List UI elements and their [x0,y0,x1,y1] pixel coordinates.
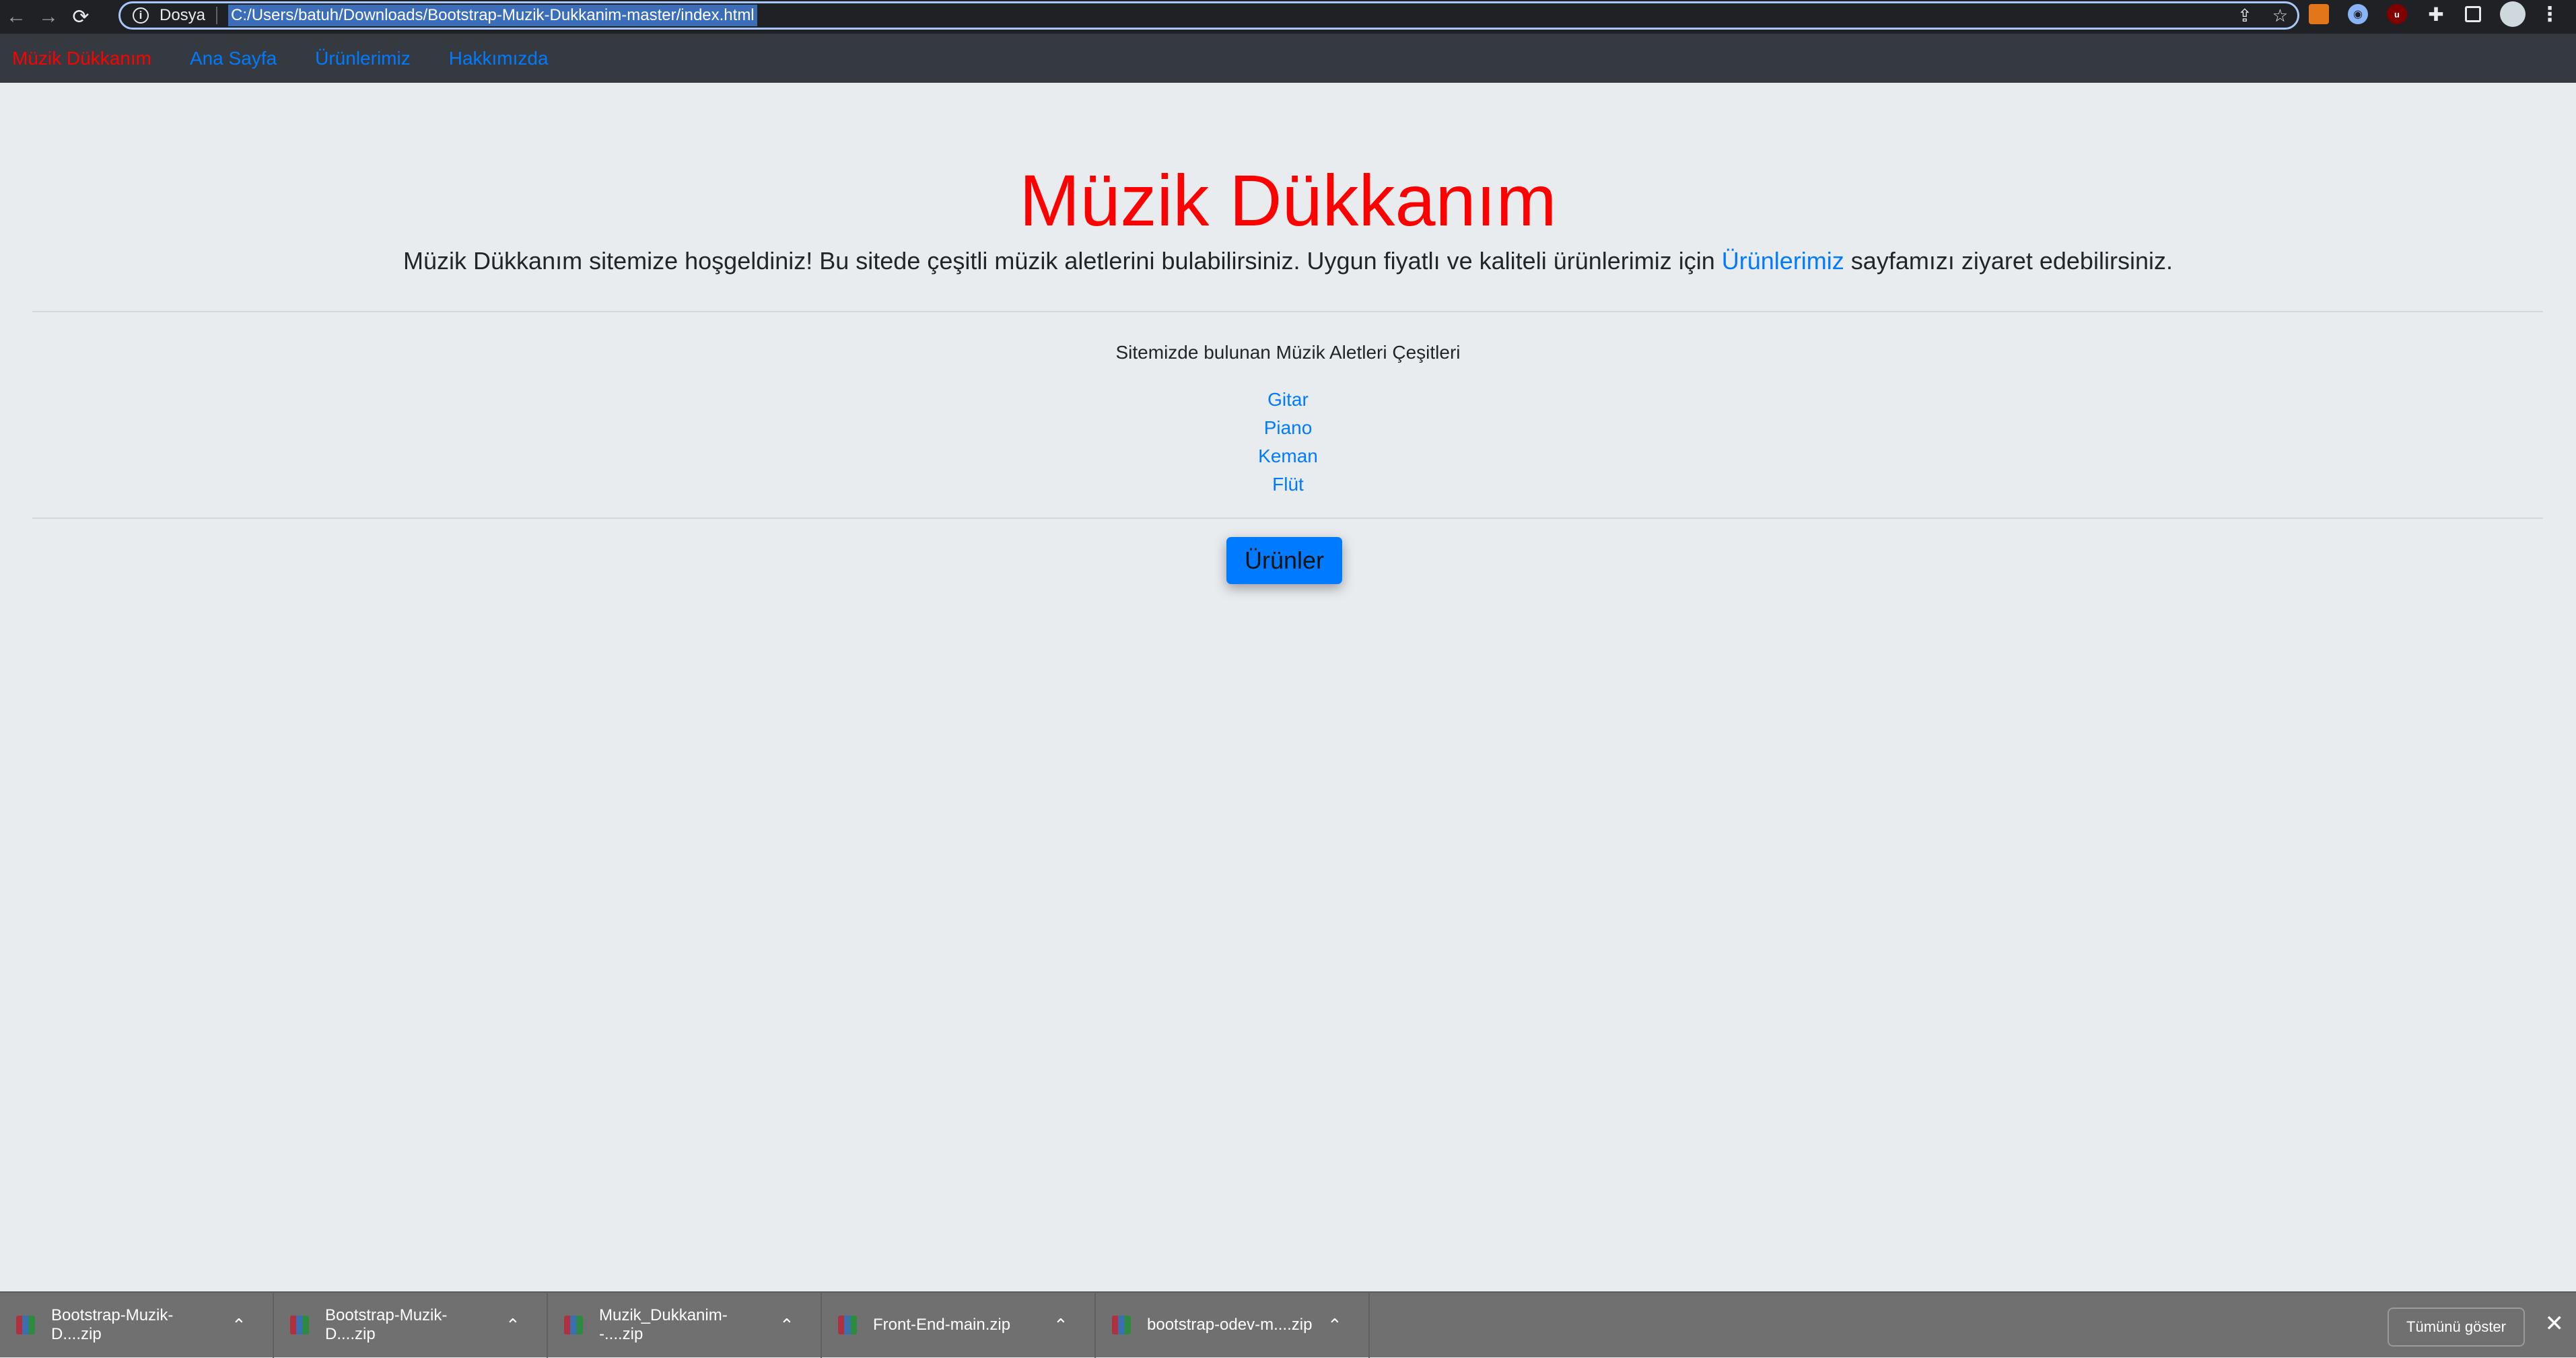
divider [32,517,2543,519]
extension-icon[interactable]: ◉ [2348,4,2368,24]
products-button[interactable]: Ürünler [1226,537,1342,584]
download-item[interactable]: Bootstrap-Muzik-D....zip ⌃ [274,1292,548,1358]
archive-file-icon [838,1316,857,1334]
profile-avatar[interactable] [2500,1,2526,27]
puzzle-icon[interactable]: ✚ [2426,4,2446,25]
info-icon[interactable]: i [133,7,149,24]
chevron-up-icon[interactable]: ⌃ [232,1315,246,1336]
extensions-bar: ◉ u ✚ ⋮ [2309,0,2560,28]
instrument-link-guitar[interactable]: Gitar [1267,389,1309,410]
url-text[interactable]: C:/Users/batuh/Downloads/Bootstrap-Muzik… [228,5,757,26]
page-title: Müzik Dükkanım [1019,159,1557,241]
lead-text-after: sayfamızı ziyaret edebilirsiniz. [1844,247,2173,275]
chevron-up-icon[interactable]: ⌃ [779,1315,794,1336]
show-all-button[interactable]: Tümünü göster [2388,1308,2525,1347]
list-item: Keman [0,442,2576,470]
list-item: Flüt [0,470,2576,499]
download-item[interactable]: Bootstrap-Muzik-D....zip ⌃ [0,1292,274,1358]
forward-arrow-icon[interactable]: → [32,0,65,34]
download-item[interactable]: bootstrap-odev-m....zip ⌃ [1096,1292,1370,1358]
navbar-brand[interactable]: Müzik Dükkanım [12,48,151,69]
address-bar[interactable]: i Dosya C:/Users/batuh/Downloads/Bootstr… [118,1,2299,30]
star-icon[interactable]: ☆ [2272,5,2288,26]
nav-link-products[interactable]: Ürünlerimiz [315,48,411,69]
download-item[interactable]: Front-End-main.zip ⌃ [822,1292,1096,1358]
lead-text: Müzik Dükkanım sitemize hoşgeldiniz! Bu … [0,247,2576,275]
archive-file-icon [564,1316,583,1334]
menu-icon[interactable]: ⋮ [2540,3,2560,26]
chevron-up-icon[interactable]: ⌃ [1053,1315,1068,1336]
download-filename: Muzik_Dukkanim--....zip [599,1306,728,1343]
archive-file-icon [290,1316,309,1334]
close-icon[interactable]: ✕ [2545,1310,2565,1337]
archive-file-icon [1112,1316,1131,1334]
lead-text-before: Müzik Dükkanım sitemize hoşgeldiniz! Bu … [403,247,1722,275]
lead-products-link[interactable]: Ürünlerimiz [1722,247,1844,275]
browser-toolbar: ← → ⟳ i Dosya C:/Users/batuh/Downloads/B… [0,0,2576,34]
ublock-extension-icon[interactable]: u [2387,4,2407,24]
back-arrow-icon[interactable]: ← [0,0,32,34]
instrument-link-flute[interactable]: Flüt [1272,474,1304,495]
download-filename: bootstrap-odev-m....zip [1147,1316,1313,1334]
download-filename: Bootstrap-Muzik-D....zip [325,1306,448,1343]
share-icon[interactable]: ⇪ [2237,5,2252,26]
instrument-link-piano[interactable]: Piano [1264,417,1313,438]
list-item: Piano [0,414,2576,442]
nav-link-home[interactable]: Ana Sayfa [190,48,277,69]
side-panel-icon[interactable] [2465,6,2481,22]
chevron-up-icon[interactable]: ⌃ [1327,1315,1342,1336]
site-navbar: Müzik Dükkanım Ana Sayfa Ürünlerimiz Hak… [0,34,2576,83]
download-bar: Bootstrap-Muzik-D....zip ⌃ Bootstrap-Muz… [0,1291,2576,1358]
list-item: Gitar [0,386,2576,414]
instrument-list: Gitar Piano Keman Flüt [0,386,2576,499]
download-filename: Front-End-main.zip [873,1316,1011,1334]
download-item[interactable]: Muzik_Dukkanim--....zip ⌃ [548,1292,822,1358]
download-filename: Bootstrap-Muzik-D....zip [51,1306,174,1343]
nav-link-about[interactable]: Hakkımızda [449,48,549,69]
chevron-up-icon[interactable]: ⌃ [506,1315,520,1336]
address-actions: ⇪ ☆ [2237,3,2288,28]
divider [32,311,2543,312]
reload-icon[interactable]: ⟳ [65,0,97,34]
instrument-link-violin[interactable]: Keman [1258,445,1318,466]
address-separator [216,7,218,24]
instruments-heading: Sitemizde bulunan Müzik Aletleri Çeşitle… [1115,342,1461,363]
scheme-label: Dosya [160,6,206,24]
archive-file-icon [16,1316,35,1334]
metamask-extension-icon[interactable] [2309,4,2329,24]
